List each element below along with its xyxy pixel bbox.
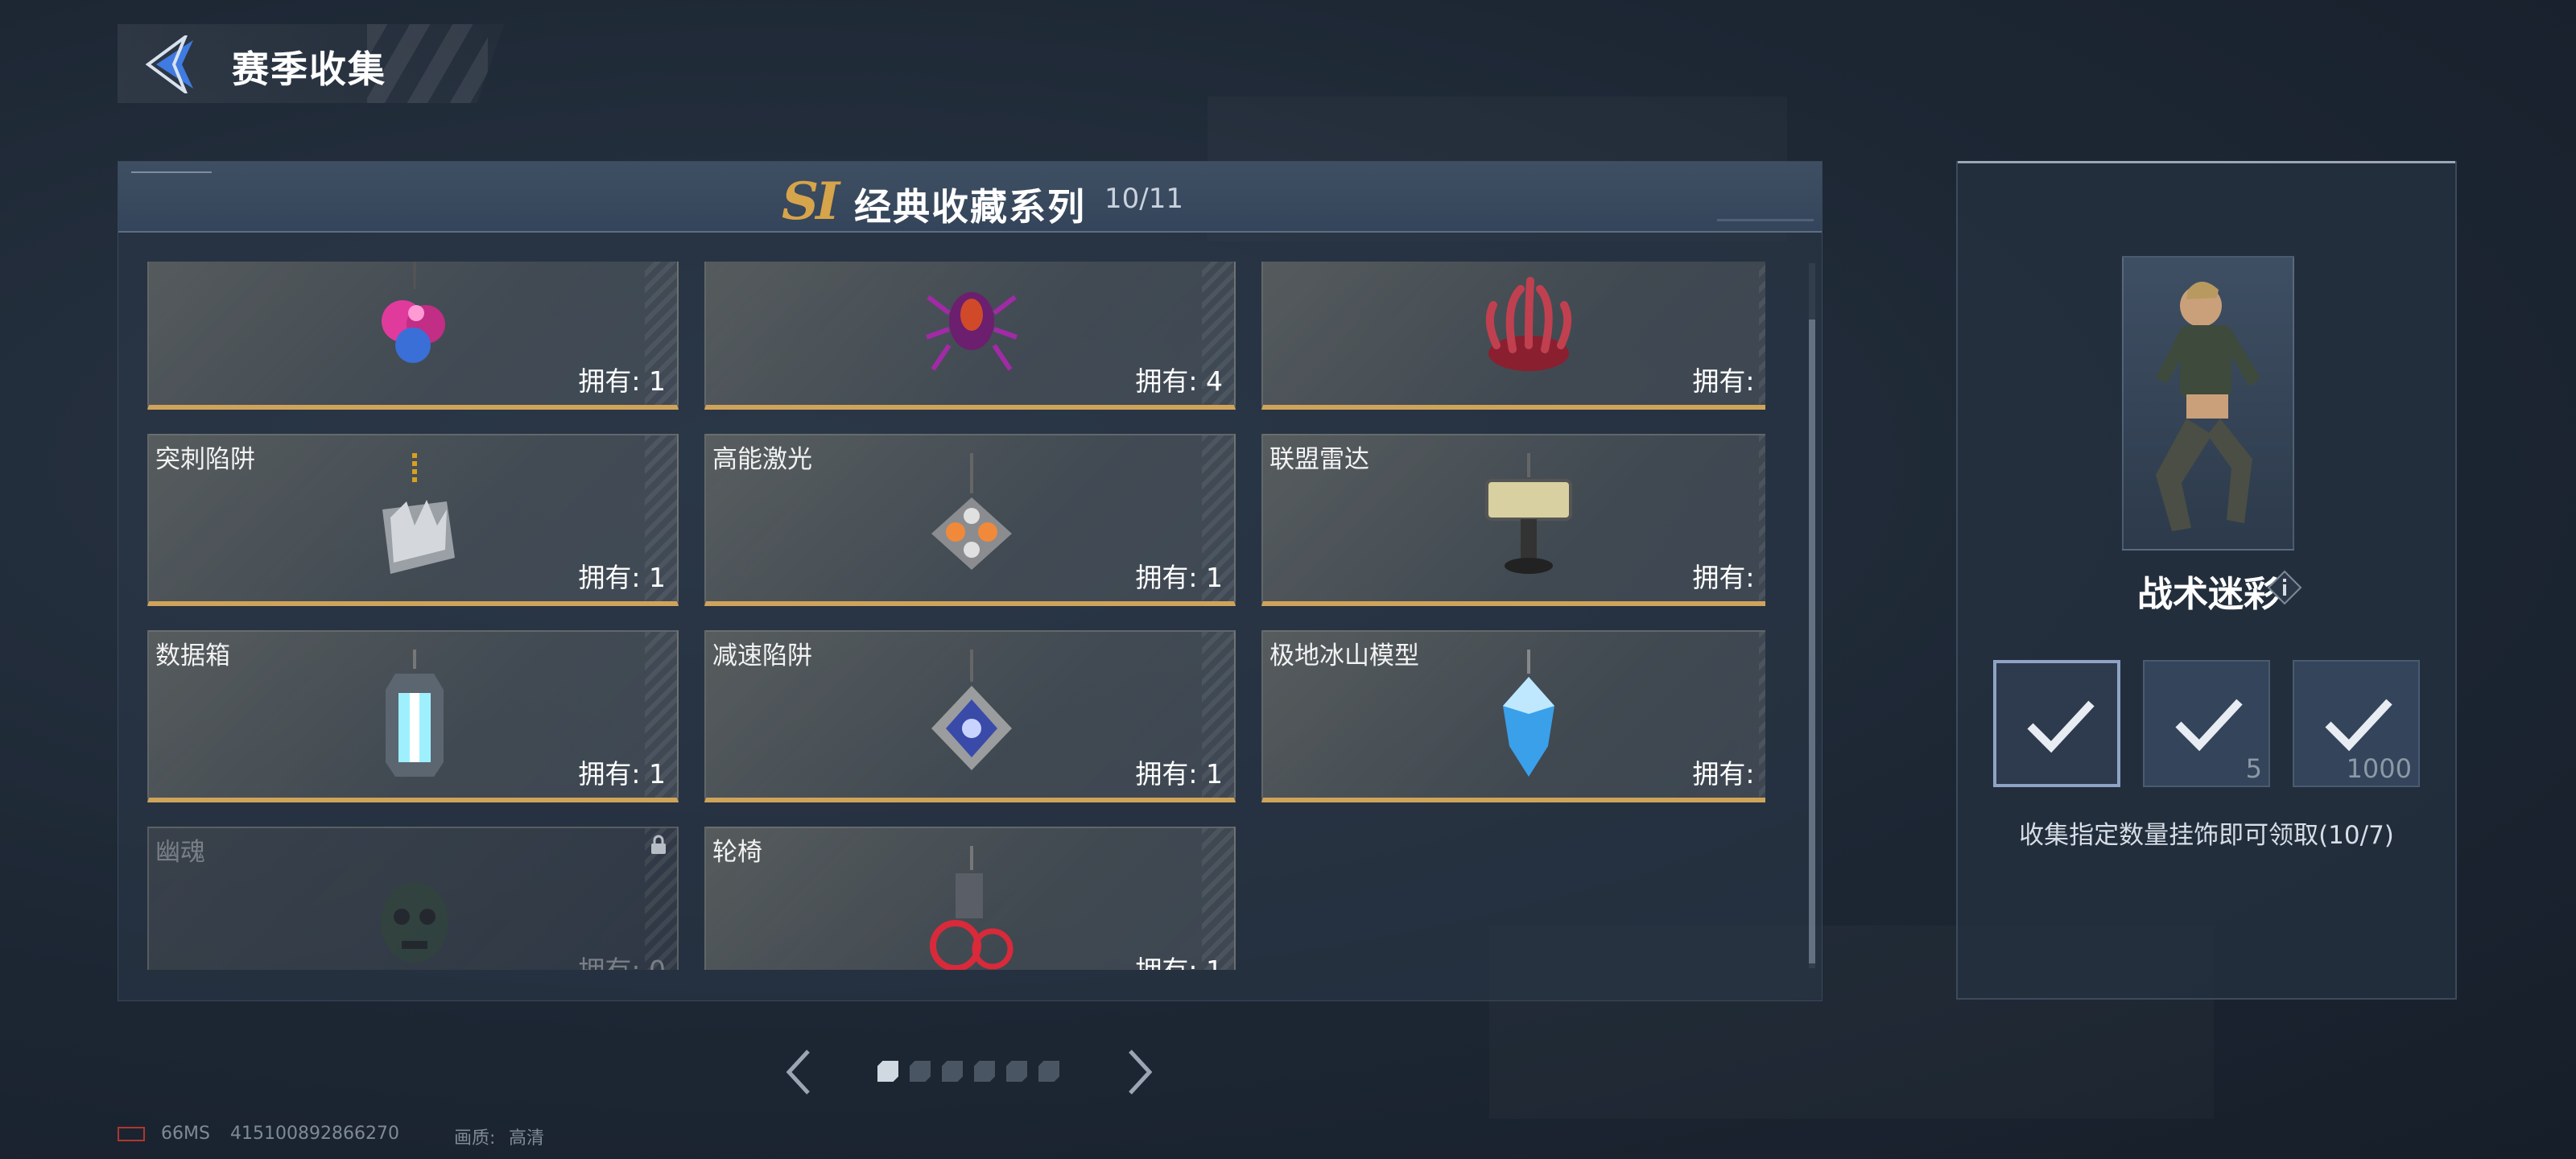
quality-label: 画质:	[454, 1128, 496, 1149]
charm-card-locked[interactable]: 幽魂 拥有: 0	[147, 827, 679, 970]
skin-name: 战术迷彩	[2137, 574, 2279, 615]
owned-count: 拥有: 1	[1692, 365, 1765, 397]
charm-card[interactable]: 突刺陷阱 拥有: 1	[147, 434, 679, 606]
checkmark-icon	[2175, 699, 2243, 752]
charm-card[interactable]: 联盟雷达 拥有: 1	[1261, 434, 1765, 606]
prev-page-arrow-icon[interactable]	[782, 1046, 815, 1098]
page-dot[interactable]	[942, 1061, 963, 1082]
page-dot[interactable]	[1038, 1061, 1059, 1082]
iceberg-charm-icon	[1503, 650, 1554, 777]
scroll-thumb[interactable]	[1809, 320, 1815, 963]
owned-count: 拥有: 1	[1135, 949, 1223, 970]
info-icon[interactable]	[2267, 570, 2302, 605]
season-badge: SI	[782, 171, 840, 232]
charm-card[interactable]: 高能激光 拥有: 1	[704, 434, 1236, 606]
charm-card[interactable]: 减速陷阱 拥有: 1	[704, 630, 1236, 802]
ping-value: 66MS	[161, 1124, 210, 1144]
tentacle-charm-icon	[1485, 277, 1572, 371]
player-id: 415100892866270	[230, 1124, 399, 1144]
charm-card[interactable]: 拥有: 1	[1261, 262, 1765, 410]
grid-scrollbar[interactable]	[1809, 263, 1815, 968]
slow-trap-charm-icon	[931, 650, 1012, 770]
owned-count: 拥有: 1	[1692, 758, 1765, 790]
page-indicator	[877, 1061, 1059, 1082]
owned-count: 拥有: 1	[1692, 562, 1765, 593]
charm-name: 幽魂	[155, 838, 205, 867]
series-title: 经典收藏系列	[854, 185, 1086, 229]
charm-name: 减速陷阱	[712, 641, 812, 670]
reward-panel: 战术迷彩 5 1000 收集指定数量挂饰即可领取(10/7)	[1956, 161, 2457, 1000]
laser-charm-icon	[931, 453, 1012, 570]
page-dot[interactable]	[974, 1061, 995, 1082]
page-dot[interactable]	[877, 1061, 898, 1082]
back-arrow-icon	[145, 32, 193, 97]
battery-icon	[118, 1127, 145, 1141]
charm-name: 高能激光	[712, 445, 812, 474]
ghost-skull-charm-icon	[381, 882, 448, 963]
owned-count: 拥有: 1	[1135, 758, 1223, 790]
charm-card[interactable]: 极地冰山模型 拥有: 1	[1261, 630, 1765, 802]
series-progress: 10/11	[1104, 183, 1183, 215]
reward-tier-3[interactable]: 1000	[2293, 660, 2420, 787]
wheelchair-charm-icon	[930, 846, 1013, 970]
spider-charm-icon	[925, 292, 1018, 371]
charm-name: 数据箱	[155, 641, 230, 670]
owned-count: 拥有: 4	[1135, 365, 1223, 397]
charm-name: 轮椅	[712, 838, 762, 867]
owned-count: 拥有: 1	[578, 365, 666, 397]
next-page-arrow-icon[interactable]	[1124, 1046, 1156, 1098]
lock-icon	[651, 835, 666, 854]
data-box-charm-icon	[386, 650, 444, 777]
charm-name: 突刺陷阱	[155, 445, 255, 474]
series-header: SI 经典收藏系列 10/11	[118, 162, 1822, 233]
tier-quantity: 1000	[2346, 753, 2412, 784]
tier-quantity: 5	[2245, 753, 2262, 784]
back-button[interactable]	[145, 32, 201, 97]
pink-heart-charm-icon	[382, 262, 445, 363]
charm-card[interactable]: 拥有: 4	[704, 262, 1236, 410]
checkmark-icon	[2325, 699, 2392, 752]
checkmark-icon	[2027, 700, 2095, 753]
charm-grid: 拥有: 1 拥有: 4 拥有: 1 突刺陷阱	[141, 262, 1765, 970]
reward-tier-2[interactable]: 5	[2143, 660, 2270, 787]
quality-value: 高清	[509, 1128, 545, 1149]
charm-card[interactable]: 数据箱 拥有: 1	[147, 630, 679, 802]
owned-count: 拥有: 0	[578, 949, 666, 970]
page-dot[interactable]	[910, 1061, 931, 1082]
owned-count: 拥有: 1	[1135, 562, 1223, 593]
spike-trap-charm-icon	[382, 453, 455, 574]
skin-portrait	[2122, 256, 2294, 551]
charm-card[interactable]: 轮椅 拥有: 1	[704, 827, 1236, 970]
charm-name: 极地冰山模型	[1269, 641, 1419, 670]
reward-description: 收集指定数量挂饰即可领取(10/7)	[2019, 821, 2394, 850]
soldier-figure-icon	[2156, 282, 2260, 531]
charm-name: 联盟雷达	[1269, 445, 1369, 474]
owned-count: 拥有: 1	[578, 758, 666, 790]
page-dot[interactable]	[1006, 1061, 1027, 1082]
owned-count: 拥有: 1	[578, 562, 666, 593]
page-title: 赛季收集	[232, 47, 386, 91]
radar-charm-icon	[1485, 453, 1572, 574]
reward-tier-1[interactable]	[1993, 660, 2120, 787]
collection-panel: SI 经典收藏系列 10/11 拥有: 1 拥有: 4 拥有: 突刺陷阱 拥有:…	[118, 161, 1823, 1001]
charm-card[interactable]: 拥有: 1	[147, 262, 679, 410]
